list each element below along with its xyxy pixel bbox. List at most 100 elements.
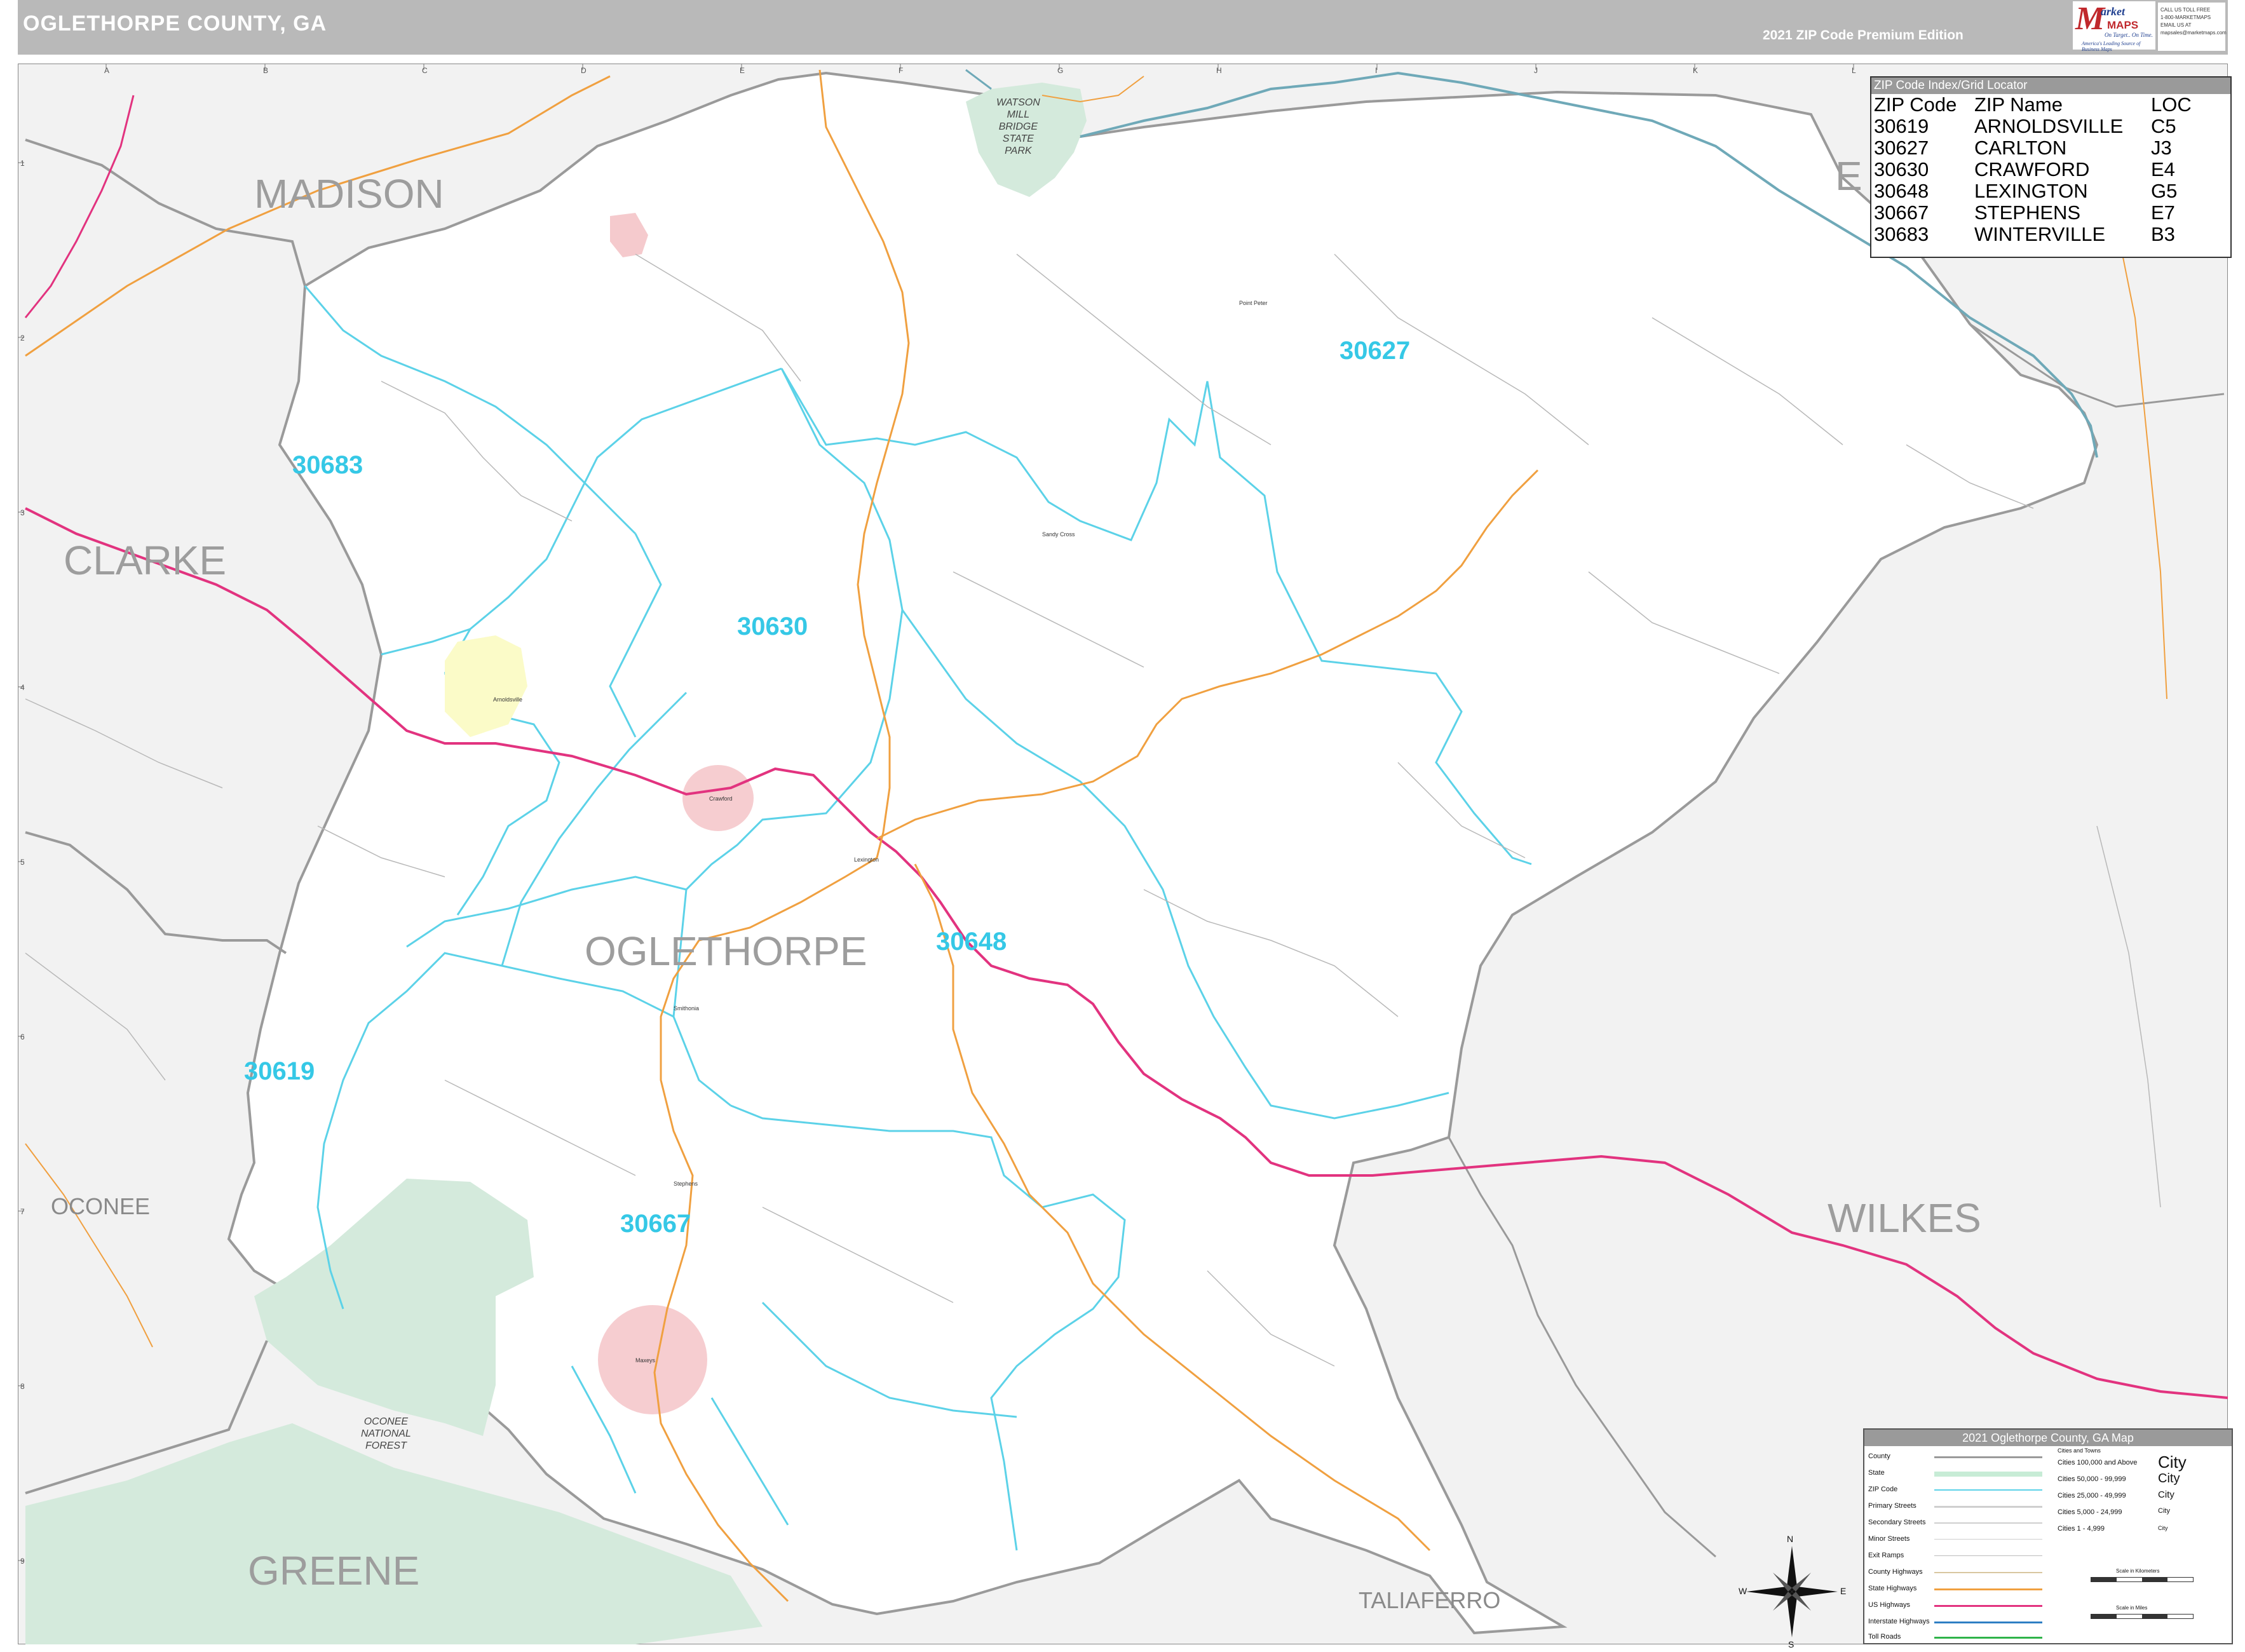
compass-w: W (1739, 1586, 1747, 1596)
poi-line: FOREST (365, 1440, 407, 1451)
grid-row-5: 5 (20, 858, 25, 867)
zip-loc-cell: E7 (2151, 201, 2175, 224)
zip-cell: 30648 (1874, 180, 1929, 202)
county-label-greene: GREENE (248, 1548, 420, 1594)
town-maxeys[interactable]: Maxeys (635, 1357, 655, 1364)
legend-minor-streets: Minor Streets (1868, 1535, 1910, 1543)
poi-line: BRIDGE (998, 121, 1038, 132)
map-legend: 2021 Oglethorpe County, GA Map County St… (1863, 1428, 2233, 1644)
town-lexington[interactable]: Lexington (854, 856, 879, 863)
legend-city-mark-4: City (2158, 1507, 2170, 1515)
zip-index-col-zip: ZIP Code (1874, 93, 1957, 116)
poi-line: OCONEE (363, 1416, 409, 1427)
county-label-clarke: CLARKE (64, 538, 227, 583)
poi-line: MILL (1007, 109, 1030, 120)
legend-secondary-line (1934, 1522, 2042, 1524)
zip-label-30648[interactable]: 30648 (936, 928, 1007, 956)
us-highway-29 (24, 95, 135, 318)
legend-exit-ramps: Exit Ramps (1868, 1552, 1904, 1559)
grid-col-k: K (1693, 66, 1699, 75)
legend-zip-code: ZIP Code (1868, 1486, 1898, 1493)
zip-name-cell: CARLTON (1974, 137, 2067, 159)
zip-index-header: ZIP Code Index/Grid Locator (1871, 78, 2230, 94)
legend-county-highways: County Highways (1868, 1568, 1923, 1576)
legend-county-hwy-line (1934, 1572, 2042, 1573)
compass-rose (1746, 1546, 1838, 1637)
grid-row-4: 4 (20, 683, 25, 692)
zip-cell: 30619 (1874, 115, 1929, 137)
table-row[interactable]: 30627 CARLTON J3 (1874, 137, 2197, 159)
legend-scale-mi-bar (2091, 1614, 2194, 1619)
river-north-west (965, 69, 992, 90)
legend-scale-mi: Scale in Miles (2116, 1605, 2148, 1611)
town-point-peter[interactable]: Point Peter (1239, 300, 1268, 306)
legend-interstate-highways: Interstate Highways (1868, 1618, 1930, 1625)
zip-label-30627[interactable]: 30627 (1340, 337, 1410, 365)
zip-index-head-row: ZIP Code ZIP Name LOC (1874, 94, 2197, 116)
legend-primary-streets: Primary Streets (1868, 1502, 1916, 1510)
compass-e: E (1840, 1586, 1847, 1596)
grid-col-l: L (1852, 66, 1856, 75)
grid-row-3: 3 (20, 508, 25, 517)
grid-row-7: 7 (20, 1207, 25, 1216)
legend-us-highways: US Highways (1868, 1601, 1911, 1609)
zip-loc-cell: E4 (2151, 158, 2175, 180)
zip-label-30667[interactable]: 30667 (620, 1210, 691, 1238)
legend-scale-km-bar (2091, 1577, 2194, 1582)
town-arnoldsville[interactable]: Arnoldsville (493, 696, 522, 703)
state-highway-west-side (25, 1143, 153, 1348)
grid-row-8: 8 (20, 1382, 25, 1391)
legend-city-size-5: Cities 1 - 4,999 (2058, 1525, 2105, 1533)
legend-city-size-3: Cities 25,000 - 49,999 (2058, 1492, 2126, 1500)
zip-label-30630[interactable]: 30630 (737, 613, 808, 641)
table-row[interactable]: 30630 CRAWFORD E4 (1874, 159, 2197, 180)
oconee-forest-label: OCONEE NATIONAL FOREST (361, 1416, 411, 1452)
zip-name-cell: STEPHENS (1974, 201, 2081, 224)
zip-loc-cell: B3 (2151, 223, 2175, 245)
grid-col-e: E (740, 66, 745, 75)
legend-zip-line (1934, 1489, 2042, 1491)
poi-line: STATE (1002, 133, 1034, 144)
legend-city-size-2: Cities 50,000 - 99,999 (2058, 1475, 2126, 1483)
legend-city-mark-5: City (2158, 1525, 2168, 1531)
county-label-oconee: OCONEE (51, 1193, 151, 1219)
compass-s: S (1788, 1639, 1794, 1649)
town-stephens[interactable]: Stephens (674, 1181, 698, 1187)
legend-us-hwy-line (1934, 1605, 2042, 1607)
table-row[interactable]: 30619 ARNOLDSVILLE C5 (1874, 116, 2197, 137)
legend-city-size-1: Cities 100,000 and Above (2058, 1459, 2138, 1466)
legend-scale-km: Scale in Kilometers (2116, 1568, 2160, 1574)
town-crawford[interactable]: Crawford (709, 796, 733, 802)
county-line-clarke-oconee (25, 831, 287, 954)
poi-line: NATIONAL (361, 1428, 411, 1439)
zip-loc-cell: G5 (2151, 180, 2178, 202)
legend-toll-line (1934, 1637, 2042, 1639)
legend-primary-line (1934, 1506, 2042, 1508)
legend-state-highways: State Highways (1868, 1585, 1917, 1592)
grid-col-j: J (1534, 66, 1538, 75)
legend-state-line (1934, 1472, 2042, 1477)
zip-cell: 30630 (1874, 158, 1929, 180)
grid-row-2: 2 (20, 334, 25, 342)
zip-label-30683[interactable]: 30683 (292, 451, 363, 480)
table-row[interactable]: 30648 LEXINGTON G5 (1874, 180, 2197, 202)
grid-row-6: 6 (20, 1032, 25, 1041)
zip-index-col-loc: LOC (2151, 93, 2192, 116)
oglethorpe-county-area (227, 71, 2099, 1635)
county-label-wilkes: WILKES (1828, 1195, 1981, 1241)
grid-col-f: F (899, 66, 904, 75)
legend-city-mark-3: City (2158, 1489, 2174, 1500)
legend-interstate-line (1934, 1622, 2042, 1623)
grid-col-a: A (104, 66, 110, 75)
zip-label-30619[interactable]: 30619 (244, 1057, 315, 1086)
zip-cell: 30683 (1874, 223, 1929, 245)
legend-secondary-streets: Secondary Streets (1868, 1519, 1926, 1526)
table-row[interactable]: 30683 WINTERVILLE B3 (1874, 224, 2197, 245)
town-smithonia[interactable]: Smithonia (674, 1005, 699, 1012)
poi-line: PARK (1005, 146, 1032, 156)
town-sandy-cross[interactable]: Sandy Cross (1042, 531, 1075, 538)
legend-state: State (1868, 1469, 1885, 1477)
table-row[interactable]: 30667 STEPHENS E7 (1874, 202, 2197, 224)
legend-state-hwy-line (1934, 1588, 2042, 1590)
legend-county: County (1868, 1452, 1890, 1460)
